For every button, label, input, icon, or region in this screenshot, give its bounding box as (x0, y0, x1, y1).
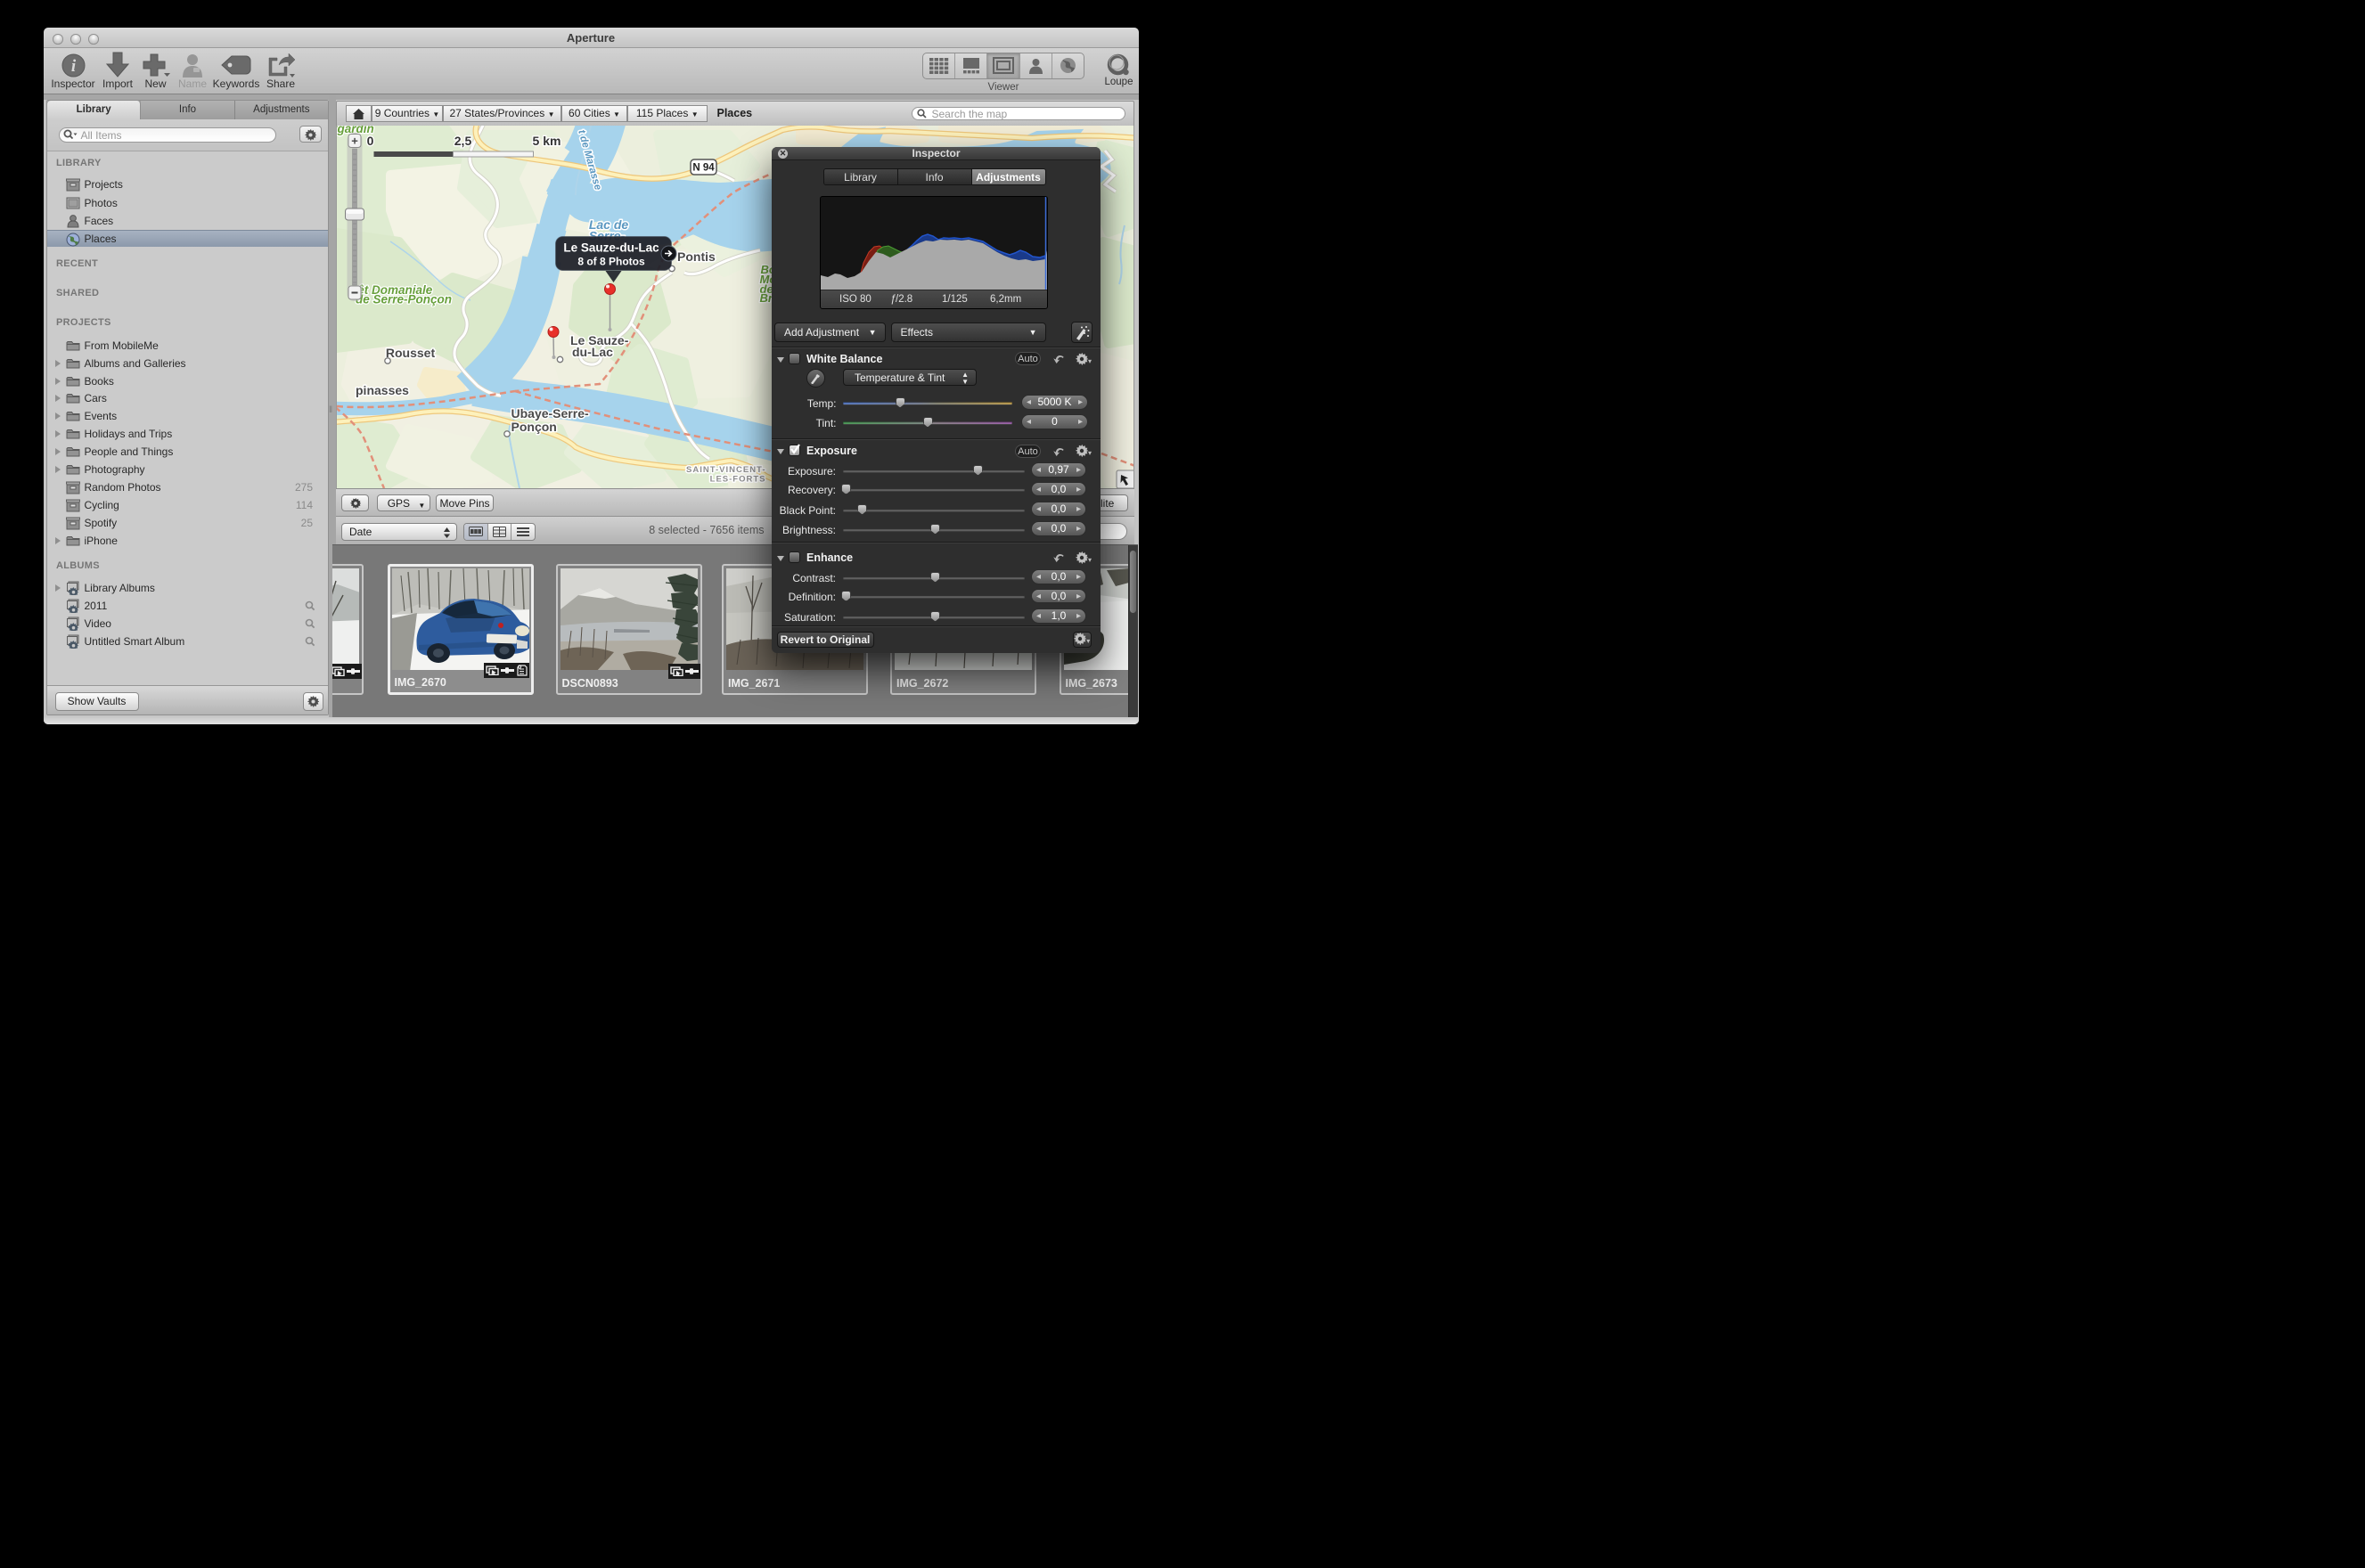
svg-text:pinasses: pinasses (356, 383, 409, 397)
svg-text:N 94: N 94 (692, 163, 715, 174)
svg-text:LES-FORTS: LES-FORTS (709, 475, 765, 485)
svg-text:Ubaye-Serre-: Ubaye-Serre- (511, 406, 588, 421)
svg-text:0: 0 (366, 134, 373, 148)
svg-text:8 of 8 Photos: 8 of 8 Photos (577, 256, 645, 268)
svg-text:Pontis: Pontis (677, 249, 716, 264)
svg-text:Ponçon: Ponçon (511, 420, 556, 434)
svg-text:+: + (351, 135, 358, 148)
svg-text:i: i (70, 57, 76, 76)
svg-text:SAINT-VINCENT-: SAINT-VINCENT- (686, 465, 765, 475)
svg-text:5 km: 5 km (532, 134, 561, 148)
svg-text:de Serre-Ponçon: de Serre-Ponçon (356, 293, 452, 306)
svg-text:Rousset: Rousset (385, 346, 435, 360)
svg-text:Le Sauze-du-Lac: Le Sauze-du-Lac (563, 241, 659, 255)
svg-text:du-Lac: du-Lac (572, 345, 613, 359)
svg-text:2,5: 2,5 (454, 134, 471, 148)
